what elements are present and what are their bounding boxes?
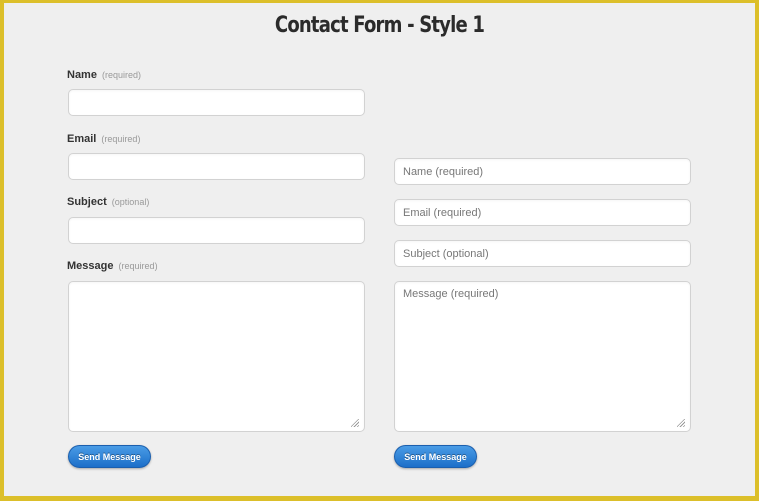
- message-label-note: (required): [118, 261, 158, 271]
- send-message-button-right[interactable]: Send Message: [394, 445, 477, 468]
- resize-grip-icon[interactable]: [677, 419, 685, 427]
- email-placeholder-input[interactable]: Email (required): [394, 199, 691, 226]
- send-message-button-left[interactable]: Send Message: [68, 445, 151, 468]
- subject-input[interactable]: [68, 217, 365, 244]
- email-placeholder: Email (required): [403, 206, 482, 219]
- message-placeholder-textarea[interactable]: Message (required): [394, 281, 691, 432]
- email-input[interactable]: [68, 153, 365, 180]
- email-label-note: (required): [101, 134, 141, 144]
- name-input[interactable]: [68, 89, 365, 116]
- resize-grip-icon[interactable]: [351, 419, 359, 427]
- message-placeholder: Message (required): [403, 288, 499, 300]
- subject-placeholder: Subject (optional): [403, 247, 489, 260]
- message-label-text: Message: [67, 260, 114, 272]
- page-title: Contact Form - Style 1: [274, 13, 485, 38]
- subject-placeholder-input[interactable]: Subject (optional): [394, 240, 691, 267]
- message-textarea[interactable]: [68, 281, 365, 432]
- subject-label-text: Subject: [67, 196, 107, 208]
- subject-label-note: (optional): [111, 197, 150, 207]
- email-label-text: Email: [67, 133, 97, 145]
- name-label: Name (required): [67, 69, 141, 81]
- name-label-text: Name: [67, 69, 97, 81]
- message-label: Message (required): [67, 260, 158, 272]
- name-label-note: (required): [102, 70, 142, 80]
- subject-label: Subject (optional): [67, 196, 149, 208]
- email-label: Email (required): [67, 133, 140, 145]
- name-placeholder: Name (required): [403, 165, 484, 178]
- name-placeholder-input[interactable]: Name (required): [394, 158, 691, 185]
